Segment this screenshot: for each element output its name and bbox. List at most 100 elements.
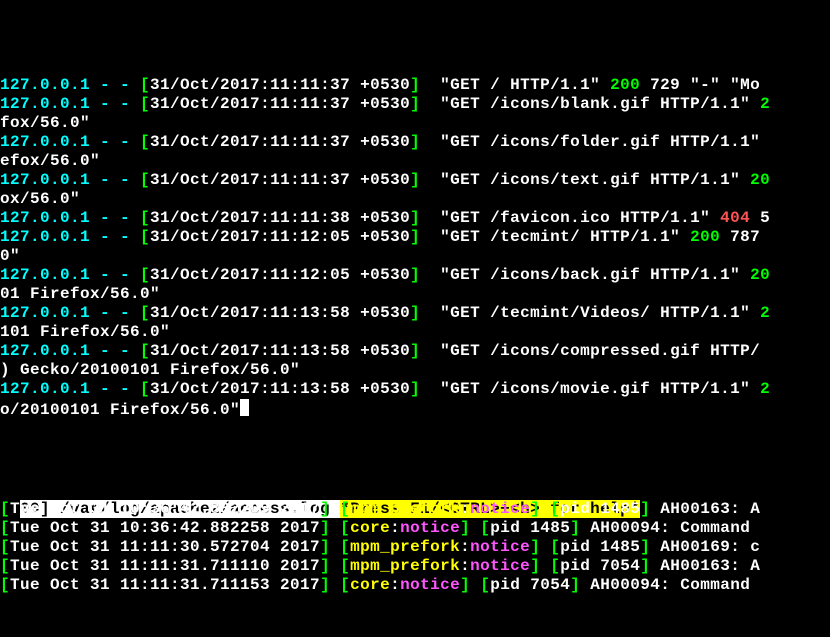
log-segment: 31/Oct/2017:11:11:37 +0530 — [150, 95, 410, 113]
access-log-line: 127.0.0.1 - - [31/Oct/2017:11:11:37 +053… — [0, 171, 830, 190]
access-log-line: ) Gecko/20100101 Firefox/56.0" — [0, 361, 830, 380]
log-segment: ] — [410, 304, 420, 322]
log-segment: [ — [140, 380, 150, 398]
access-log-line: 101 Firefox/56.0" — [0, 323, 830, 342]
log-segment: : — [390, 519, 400, 537]
access-log-line: ox/56.0" — [0, 190, 830, 209]
error-log-line: [Tue Oct 31 11:11:31.711110 2017] [mpm_p… — [0, 557, 760, 576]
log-segment: [ — [0, 557, 10, 575]
log-segment: 2 — [760, 380, 770, 398]
log-segment: [ — [140, 266, 150, 284]
log-segment: [ — [140, 228, 150, 246]
log-segment: [ — [550, 500, 560, 518]
terminal-cursor — [240, 399, 249, 416]
log-segment: AH00169: c — [650, 538, 760, 556]
log-segment: [ — [480, 519, 490, 537]
log-segment: [ — [0, 519, 10, 537]
log-segment: 729 "-" "Mo — [650, 76, 760, 94]
log-segment: 101 Firefox/56.0" — [0, 323, 170, 341]
log-segment: [ — [140, 95, 150, 113]
log-segment — [540, 557, 550, 575]
access-log-line: 127.0.0.1 - - [31/Oct/2017:11:11:37 +053… — [0, 76, 830, 95]
log-segment: : — [460, 500, 470, 518]
log-segment: "GET / HTTP/1.1" — [420, 76, 610, 94]
log-segment: ] — [530, 500, 540, 518]
log-segment: mpm_prefork — [350, 500, 460, 518]
log-segment: 127.0.0.1 - - — [0, 304, 140, 322]
log-segment: ] — [530, 557, 540, 575]
log-segment: [ — [550, 557, 560, 575]
error-log-line: [Tue Oct 31 11:11:30.572704 2017] [mpm_p… — [0, 538, 760, 557]
log-segment: 01 Firefox/56.0" — [0, 285, 160, 303]
log-segment: AH00094: Command — [580, 519, 760, 537]
log-segment: Tue Oct 31 11:11:31.711153 2017 — [10, 576, 320, 594]
error-log-line: [Tue Oct 31 10:36:42.882258 2017] [core:… — [0, 519, 760, 538]
log-segment: 127.0.0.1 - - — [0, 342, 140, 360]
access-log-line: 127.0.0.1 - - [31/Oct/2017:11:12:05 +053… — [0, 266, 830, 285]
access-log-line: efox/56.0" — [0, 152, 830, 171]
access-log-line: 01 Firefox/56.0" — [0, 285, 830, 304]
log-segment: 127.0.0.1 - - — [0, 209, 140, 227]
log-segment: 20 — [750, 171, 770, 189]
log-segment: ] — [320, 576, 330, 594]
log-segment: ] — [530, 538, 540, 556]
access-log-line: 127.0.0.1 - - [31/Oct/2017:11:11:37 +053… — [0, 95, 830, 114]
log-segment: : — [460, 557, 470, 575]
log-segment: [ — [0, 500, 10, 518]
log-segment: Tue Oct 31 10:36:42.882258 2017 — [10, 519, 320, 537]
log-segment — [330, 538, 340, 556]
log-segment: "GET /favicon.ico HTTP/1.1" — [420, 209, 720, 227]
log-segment: "GET /icons/movie.gif HTTP/1.1" — [420, 380, 760, 398]
access-log-line: 127.0.0.1 - - [31/Oct/2017:11:12:05 +053… — [0, 228, 830, 247]
log-segment: ] — [410, 133, 420, 151]
log-segment: Tue Oct 31 11:11:30.572704 2017 — [10, 538, 320, 556]
log-segment: notice — [470, 500, 530, 518]
log-segment: ] — [410, 380, 420, 398]
log-segment: ] — [320, 538, 330, 556]
log-segment — [330, 519, 340, 537]
access-log-line: o/20100101 Firefox/56.0" — [0, 399, 830, 420]
log-segment: pid 7054 — [560, 557, 640, 575]
log-segment: o/20100101 Firefox/56.0" — [0, 401, 240, 419]
log-segment: 31/Oct/2017:11:13:58 +0530 — [150, 380, 410, 398]
access-log-line: 127.0.0.1 - - [31/Oct/2017:11:11:37 +053… — [0, 133, 830, 152]
log-segment: 127.0.0.1 - - — [0, 380, 140, 398]
log-segment — [330, 500, 340, 518]
log-segment: 31/Oct/2017:11:11:37 +0530 — [150, 76, 410, 94]
log-segment: ] — [320, 519, 330, 537]
log-segment: [ — [0, 538, 10, 556]
log-segment: efox/56.0" — [0, 152, 100, 170]
log-segment: ] — [640, 557, 650, 575]
access-log-line: 127.0.0.1 - - [31/Oct/2017:11:13:58 +053… — [0, 304, 830, 323]
log-segment: notice — [470, 557, 530, 575]
log-segment: 404 — [720, 209, 760, 227]
log-segment: [ — [140, 342, 150, 360]
log-segment: 0" — [0, 247, 20, 265]
log-segment: core — [350, 576, 390, 594]
log-segment: 787 — [730, 228, 770, 246]
log-segment: : — [390, 576, 400, 594]
log-segment: ] — [410, 95, 420, 113]
log-segment: ] — [640, 538, 650, 556]
log-segment: [ — [140, 304, 150, 322]
log-segment: "GET /icons/folder.gif HTTP/1.1" — [420, 133, 770, 151]
log-segment: Tue Oct 31 10:36:42.882209 2017 — [10, 500, 320, 518]
access-log-line: fox/56.0" — [0, 114, 830, 133]
log-segment: 127.0.0.1 - - — [0, 76, 140, 94]
log-segment: 31/Oct/2017:11:12:05 +0530 — [150, 228, 410, 246]
log-segment: pid 1485 — [560, 538, 640, 556]
log-segment: 31/Oct/2017:11:13:58 +0530 — [150, 304, 410, 322]
log-segment: ] — [570, 519, 580, 537]
log-pane-error[interactable]: [Tue Oct 31 10:36:42.882209 2017] [mpm_p… — [0, 500, 760, 595]
log-segment — [330, 576, 340, 594]
log-segment: ] — [410, 266, 420, 284]
log-segment: : — [460, 538, 470, 556]
log-segment: ] — [410, 342, 420, 360]
log-segment: ] — [410, 228, 420, 246]
log-pane-access[interactable]: 127.0.0.1 - - [31/Oct/2017:11:11:37 +053… — [0, 76, 830, 420]
log-segment: 5 — [760, 209, 770, 227]
log-segment: 31/Oct/2017:11:12:05 +0530 — [150, 266, 410, 284]
log-segment: pid 1485 — [560, 500, 640, 518]
access-log-line: 127.0.0.1 - - [31/Oct/2017:11:11:38 +053… — [0, 209, 830, 228]
log-segment: 31/Oct/2017:11:13:58 +0530 — [150, 342, 410, 360]
